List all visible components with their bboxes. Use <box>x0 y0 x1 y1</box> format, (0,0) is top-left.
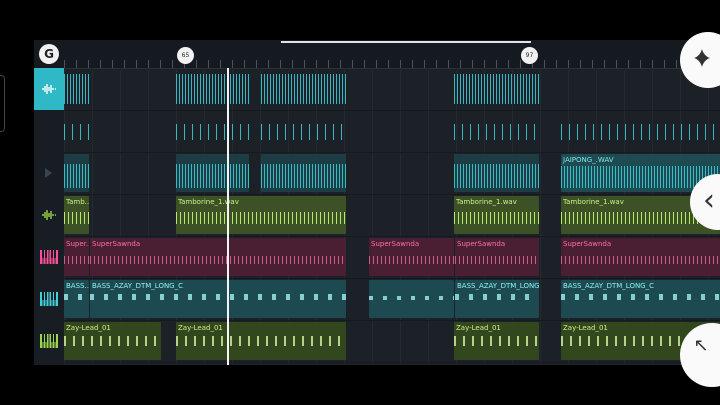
audio-clip[interactable] <box>261 70 346 108</box>
track-header-panel <box>34 68 64 365</box>
track-header-bass[interactable] <box>34 278 64 320</box>
timeline-ticks <box>64 60 720 68</box>
clip-bass[interactable]: BASS_AZAY_DTM_LONG_C <box>90 280 346 318</box>
clip-label: Tamborine_1.wav <box>456 198 517 206</box>
daw-app: G 65 97 JAIPONG_.WAV Tamb... Tamborine_1… <box>34 40 720 365</box>
clip-supersawnda[interactable]: SuperSawnda <box>561 238 720 276</box>
clip-label: BASS_AZAY_DTM_LONG_C <box>92 282 183 290</box>
clip-tamborine[interactable]: Tamborine_1.wav <box>454 196 539 234</box>
audio-clip[interactable] <box>176 70 249 108</box>
track-header-audio2[interactable] <box>34 110 64 152</box>
audio-clip[interactable] <box>64 70 89 108</box>
clip-label: Zay-Lead_01 <box>178 324 223 332</box>
timeline-scroll-indicator[interactable] <box>281 41 531 43</box>
clip-label: Zay-Lead_01 <box>456 324 501 332</box>
clip-bass[interactable] <box>369 280 454 318</box>
audio-clip[interactable] <box>454 70 539 108</box>
piano-icon <box>40 334 58 348</box>
track-header-tamborine[interactable] <box>34 194 64 236</box>
clip-supersawnda[interactable]: Super... <box>64 238 89 276</box>
clip-label: SuperSawnda <box>457 240 506 248</box>
clip-label: SuperSawnda <box>92 240 141 248</box>
clip-supersawnda[interactable]: SuperSawnda <box>90 238 346 276</box>
clip-tamborine[interactable]: Tamborine_1.wav <box>176 196 346 234</box>
track-header-audio3[interactable] <box>34 152 64 194</box>
track-row-audio1 <box>64 68 720 111</box>
clip-label: SuperSawnda <box>563 240 612 248</box>
audio-clip[interactable] <box>561 112 720 150</box>
clip-label: BASS... <box>66 282 89 290</box>
audio-clip[interactable] <box>454 154 539 192</box>
track-row-tamborine: Tamb... Tamborine_1.wav Tamborine_1.wav … <box>64 194 720 237</box>
waveform-icon <box>42 210 56 220</box>
clip-label: Zay-Lead_01 <box>66 324 111 332</box>
chevron-left-icon: ‹ <box>703 183 715 218</box>
clip-tamborine[interactable]: Tamb... <box>64 196 89 234</box>
clip-label: BASS_AZAY_DTM_LONG_C <box>563 282 654 290</box>
audio-clip[interactable] <box>261 112 346 150</box>
clip-supersawnda[interactable]: SuperSawnda <box>455 238 539 276</box>
piano-icon <box>40 292 58 306</box>
clip-bass[interactable]: BASS... <box>64 280 89 318</box>
clip-label: JAIPONG_.WAV <box>563 156 614 164</box>
track-row-audio2 <box>64 110 720 153</box>
clip-label: Zay-Lead_01 <box>563 324 608 332</box>
track-row-audio3: JAIPONG_.WAV <box>64 152 720 195</box>
track-row-supersawnda: Super... SuperSawnda SuperSawnda SuperSa… <box>64 236 720 279</box>
track-header-supersawnda[interactable] <box>34 236 64 278</box>
playhead[interactable] <box>227 68 229 365</box>
bar-marker-97[interactable]: 97 <box>521 47 538 64</box>
clip-label: Tamb... <box>66 198 89 206</box>
clip-lead[interactable]: Zay-Lead_01 <box>454 322 539 360</box>
arrangement-grid[interactable]: JAIPONG_.WAV Tamb... Tamborine_1.wav Tam… <box>64 68 720 365</box>
clip-label: Super... <box>66 240 89 248</box>
clip-lead[interactable]: Zay-Lead_01 <box>64 322 161 360</box>
clip-label: BASS_AZAY_DTM_LONG_C <box>457 282 539 290</box>
audio-clip[interactable] <box>176 154 249 192</box>
clip-bass[interactable]: BASS_AZAY_DTM_LONG_C <box>455 280 539 318</box>
side-handle[interactable] <box>0 75 5 132</box>
track-header-audio1[interactable] <box>34 68 64 110</box>
clip-label: Tamborine_1.wav <box>178 198 239 206</box>
piano-icon <box>40 250 58 264</box>
audio-clip[interactable] <box>176 112 249 150</box>
timeline-ruler[interactable]: G 65 97 <box>34 40 720 69</box>
audio-clip[interactable] <box>454 112 539 150</box>
play-arrow-icon <box>45 168 52 178</box>
fruit-logo-icon <box>694 49 710 67</box>
audio-clip[interactable] <box>64 112 89 150</box>
app-logo-icon[interactable]: G <box>39 44 59 64</box>
clip-bass[interactable]: BASS_AZAY_DTM_LONG_C <box>561 280 720 318</box>
audio-clip[interactable] <box>261 154 346 192</box>
audio-clip[interactable] <box>64 154 89 192</box>
track-row-bass: BASS... BASS_AZAY_DTM_LONG_C BASS_AZAY_D… <box>64 278 720 321</box>
clip-label: SuperSawnda <box>371 240 420 248</box>
waveform-icon <box>42 84 56 94</box>
bar-marker-65[interactable]: 65 <box>177 47 194 64</box>
clip-label: Tamborine_1.wav <box>563 198 624 206</box>
track-header-lead[interactable] <box>34 320 64 362</box>
track-row-lead: Zay-Lead_01 Zay-Lead_01 Zay-Lead_01 Zay-… <box>64 320 720 363</box>
clip-supersawnda[interactable]: SuperSawnda <box>369 238 454 276</box>
arrow-up-left-icon: ↖ <box>693 335 709 356</box>
clip-lead[interactable]: Zay-Lead_01 <box>176 322 346 360</box>
